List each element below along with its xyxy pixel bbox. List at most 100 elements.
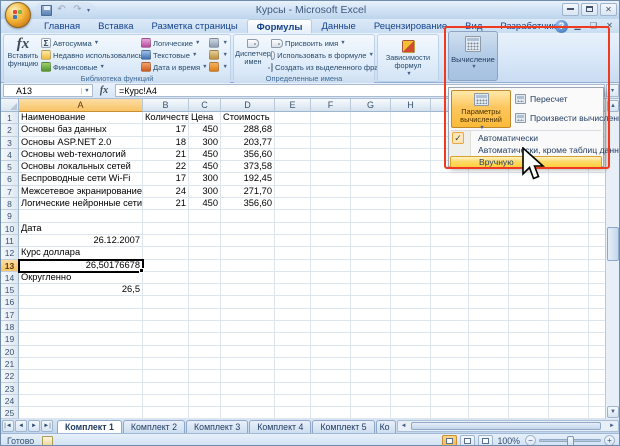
cell-E15[interactable] (275, 284, 311, 297)
cell-M9[interactable] (589, 210, 605, 223)
ribbon-iconbutton-math-icon[interactable]: ▼ (208, 49, 228, 61)
cell-D7[interactable]: 271,70 (221, 185, 275, 199)
cell-E4[interactable] (275, 148, 311, 162)
cell-F3[interactable] (311, 136, 351, 149)
zoom-slider[interactable] (539, 436, 601, 445)
cell-F2[interactable] (311, 124, 351, 137)
cell-A14[interactable]: Округленно (19, 271, 143, 285)
col-header-C[interactable]: C (189, 99, 221, 112)
cell-B9[interactable] (143, 210, 189, 223)
row-header-22[interactable]: 22 (1, 370, 19, 383)
cell-C19[interactable] (189, 333, 221, 346)
row-header-2[interactable]: 2 (1, 124, 19, 137)
cell-H20[interactable] (391, 345, 431, 358)
cell-M12[interactable] (589, 247, 605, 260)
sheet-tab-Комплект 1[interactable]: Комплект 1 (57, 420, 122, 433)
cell-D8[interactable]: 356,60 (221, 198, 275, 211)
doc-close-button[interactable]: ✕ (603, 21, 616, 32)
save-icon[interactable] (41, 4, 52, 16)
cell-L22[interactable] (549, 370, 589, 383)
cell-I16[interactable] (431, 296, 469, 309)
cell-J18[interactable] (469, 321, 509, 334)
row-header-9[interactable]: 9 (1, 210, 19, 223)
cell-D22[interactable] (221, 370, 275, 383)
cell-M7[interactable] (589, 186, 605, 199)
cell-I12[interactable] (431, 247, 469, 260)
cell-L24[interactable] (549, 394, 589, 408)
cell-B19[interactable] (143, 333, 189, 346)
cell-A8[interactable]: Логические нейронные сети (19, 198, 143, 211)
cell-M16[interactable] (589, 296, 605, 309)
sheet-tab-Комплект 3[interactable]: Комплект 3 (186, 420, 249, 433)
cell-D4[interactable]: 356,60 (221, 148, 275, 162)
cell-L20[interactable] (549, 345, 589, 358)
ribbon-tab-Данные[interactable]: Данные (312, 19, 364, 33)
cell-G21[interactable] (351, 357, 391, 371)
cell-M21[interactable] (589, 358, 605, 371)
cell-D23[interactable] (221, 382, 275, 395)
cell-G3[interactable] (351, 136, 391, 149)
row-header-13[interactable]: 13 (1, 259, 19, 272)
cell-F1[interactable] (311, 112, 351, 125)
cell-C18[interactable] (189, 321, 221, 334)
cell-B22[interactable] (143, 370, 189, 383)
cell-E8[interactable] (275, 198, 311, 211)
cell-B8[interactable]: 21 (143, 198, 189, 211)
col-header-H[interactable]: H (391, 99, 431, 112)
cell-G22[interactable] (351, 370, 391, 383)
cell-C5[interactable]: 450 (189, 161, 221, 174)
cell-A23[interactable] (19, 382, 143, 395)
cell-J14[interactable] (469, 271, 509, 285)
cell-L6[interactable] (549, 173, 589, 186)
cell-C15[interactable] (189, 284, 221, 297)
ribbon-tab-Главная[interactable]: Главная (35, 19, 89, 33)
cell-A11[interactable]: 26.12.2007 (19, 234, 143, 248)
cell-L17[interactable] (549, 308, 589, 322)
cell-C10[interactable] (189, 222, 221, 235)
cell-J22[interactable] (469, 370, 509, 383)
cell-G4[interactable] (351, 148, 391, 162)
cell-L12[interactable] (549, 247, 589, 260)
row-header-24[interactable]: 24 (1, 394, 19, 408)
cell-K23[interactable] (509, 382, 549, 395)
cell-A4[interactable]: Основы web-технологий (19, 148, 143, 162)
ribbon-item-Финансовые[interactable]: Финансовые ▼ (40, 61, 140, 73)
cell-F17[interactable] (311, 308, 351, 322)
cell-D1[interactable]: Стоимость (221, 112, 275, 125)
next-sheet-icon[interactable]: ► (28, 420, 40, 432)
sheet-tab-Комплект 4[interactable]: Комплект 4 (249, 420, 312, 433)
cell-B18[interactable] (143, 321, 189, 334)
cell-K18[interactable] (509, 321, 549, 334)
row-header-20[interactable]: 20 (1, 345, 19, 358)
cell-J24[interactable] (469, 394, 509, 408)
cell-C11[interactable] (189, 234, 221, 248)
cell-K14[interactable] (509, 271, 549, 285)
cell-I18[interactable] (431, 321, 469, 334)
cell-A9[interactable] (19, 210, 143, 223)
office-button[interactable] (5, 2, 31, 28)
name-box[interactable]: A13 ▼ (3, 84, 93, 97)
cell-H1[interactable] (391, 112, 431, 125)
scroll-down-icon[interactable]: ▼ (607, 406, 619, 418)
cell-F8[interactable] (311, 198, 351, 211)
cell-M20[interactable] (589, 346, 605, 358)
row-header-21[interactable]: 21 (1, 357, 19, 371)
cell-K16[interactable] (509, 296, 549, 309)
cell-K24[interactable] (509, 394, 549, 408)
cell-B12[interactable] (143, 247, 189, 260)
row-header-8[interactable]: 8 (1, 198, 19, 211)
col-header-G[interactable]: G (351, 99, 391, 112)
cell-H24[interactable] (391, 394, 431, 408)
cell-M23[interactable] (589, 383, 605, 395)
cell-A13[interactable]: 26,50176678 (18, 258, 144, 274)
cell-J8[interactable] (469, 198, 509, 211)
cell-C13[interactable] (189, 259, 221, 272)
cell-H5[interactable] (391, 161, 431, 174)
cell-L15[interactable] (549, 284, 589, 297)
cell-H12[interactable] (391, 247, 431, 260)
formula-bar-expand-icon[interactable]: ▾ (606, 84, 619, 97)
cell-E11[interactable] (275, 234, 311, 248)
cell-B21[interactable] (143, 357, 189, 371)
cell-A20[interactable] (19, 345, 143, 358)
cell-G25[interactable] (351, 407, 391, 419)
